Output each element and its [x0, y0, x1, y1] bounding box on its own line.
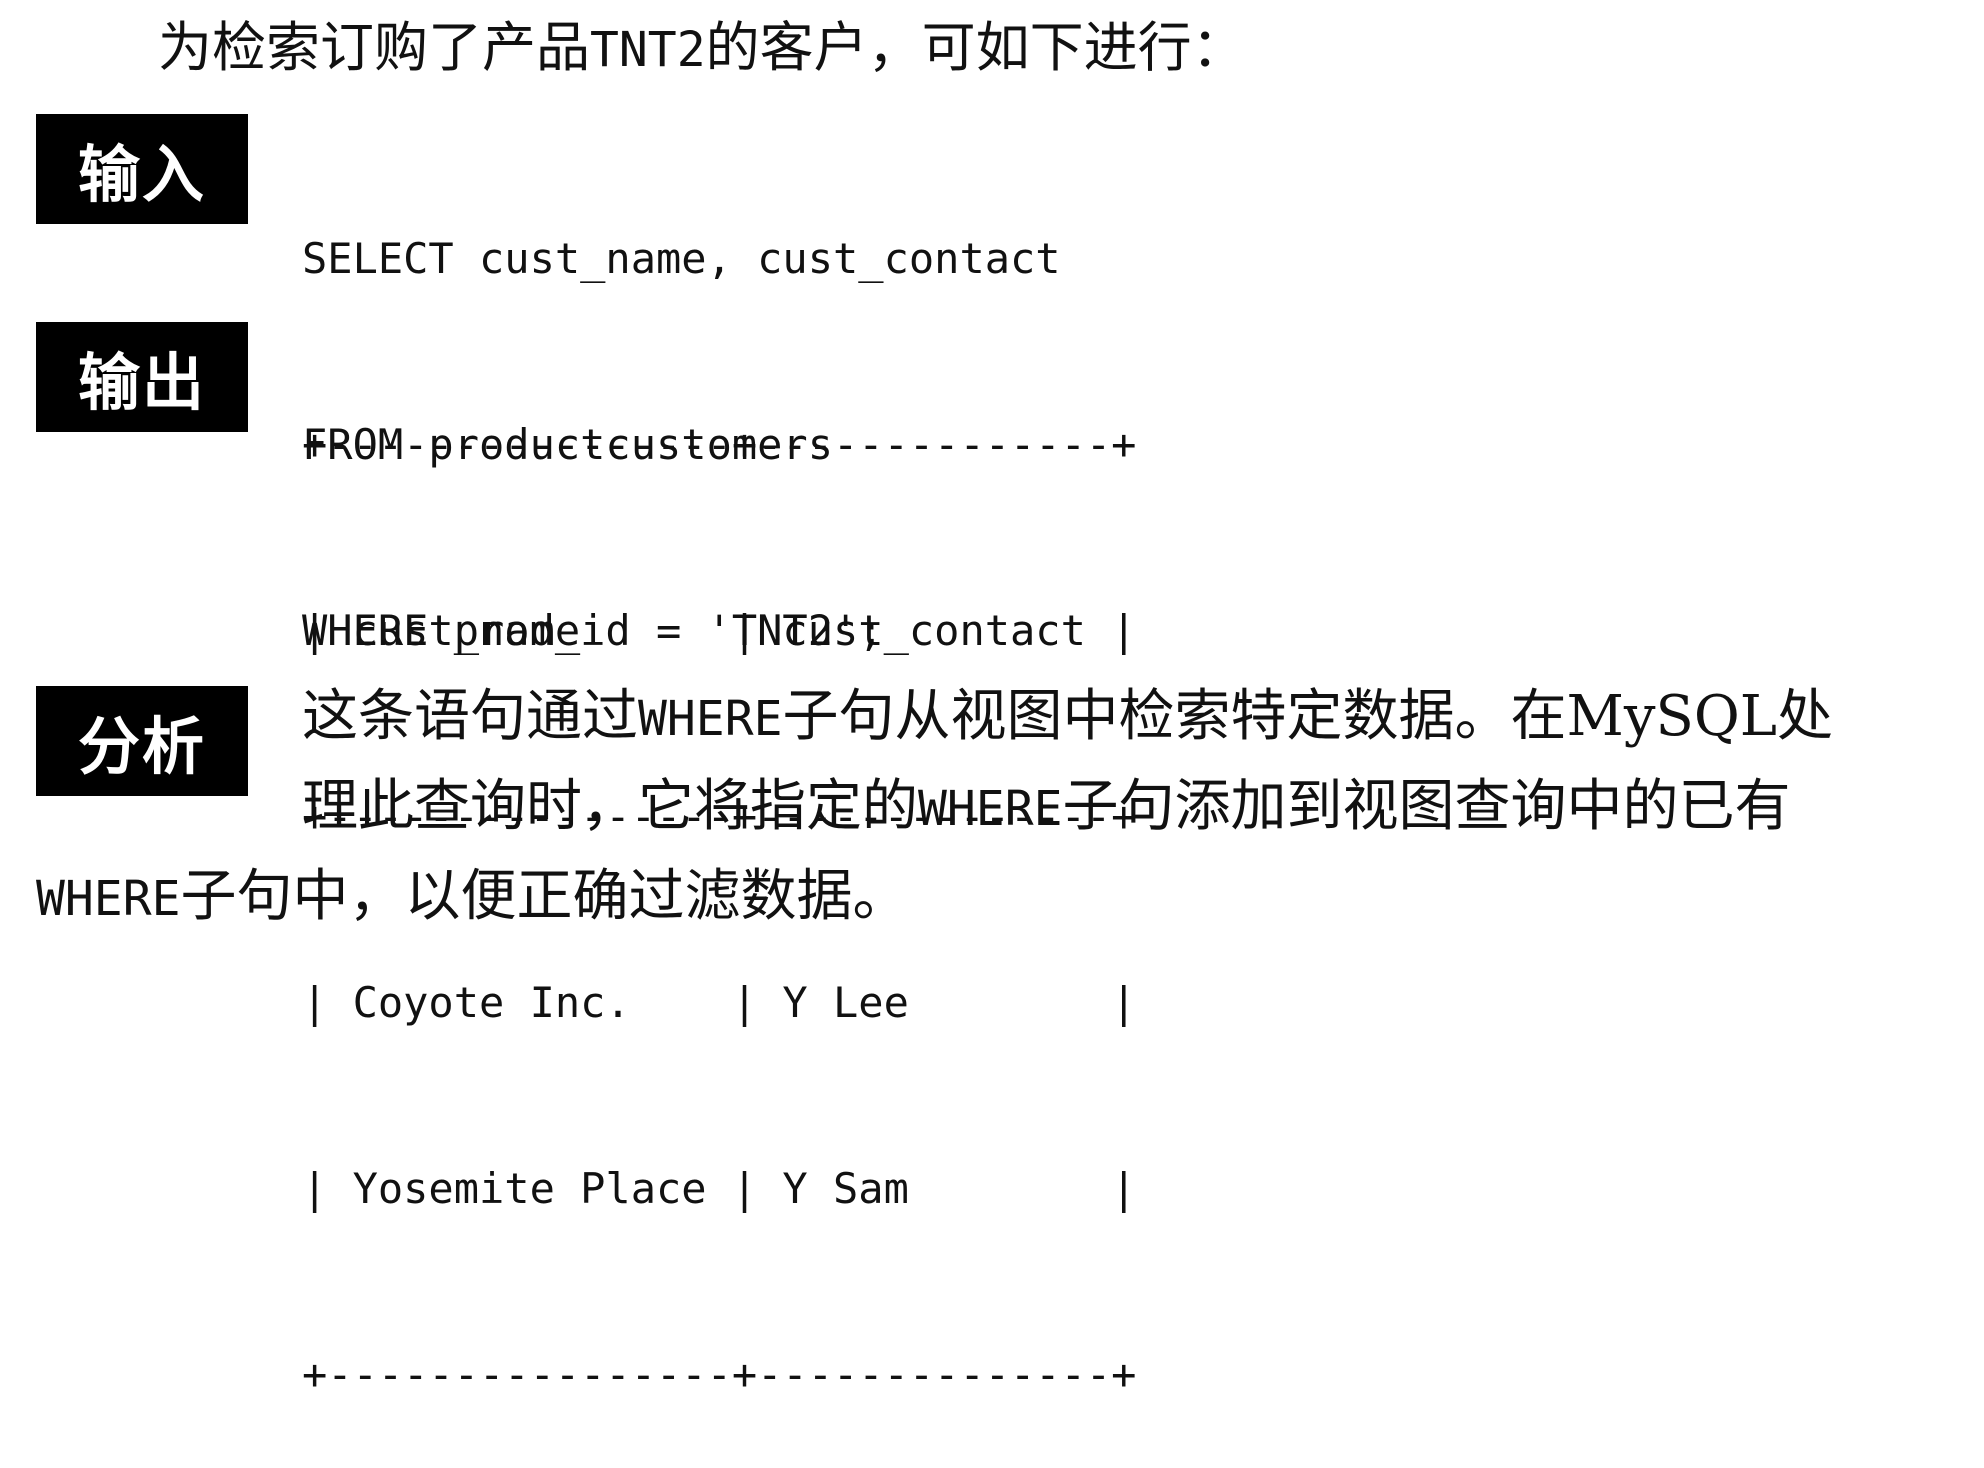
- intro-text-after: 的客户，可如下进行：: [705, 16, 1246, 79]
- table-row: | Coyote Inc. | Y Lee |: [302, 978, 1137, 1027]
- table-border-bottom: +----------------+--------------+: [302, 1350, 1137, 1399]
- analysis-line-3: WHERE子句中，以便正确过滤数据。: [0, 852, 1984, 942]
- analysis-keyword: WHERE: [918, 781, 1063, 837]
- output-label: 输出: [36, 322, 248, 432]
- intro-text-before: 为检索订购了产品: [158, 16, 590, 79]
- input-label: 输入: [36, 114, 248, 224]
- analysis-text: 子句中，以便正确过滤数据。: [180, 864, 909, 929]
- analysis-text: 这条语句通过: [302, 684, 638, 749]
- table-border-top: +----------------+--------------+: [302, 420, 1137, 469]
- analysis-keyword: WHERE: [638, 691, 783, 747]
- sql-line: SELECT cust_name, cust_contact: [302, 234, 1061, 283]
- intro-product-code: TNT2: [590, 22, 706, 78]
- analysis-line-1: 这条语句通过WHERE子句从视图中检索特定数据。在MySQL处: [0, 672, 1984, 762]
- intro-text: 为检索订购了产品TNT2的客户，可如下进行：: [158, 8, 1246, 90]
- analysis-text: 子句从视图中检索特定数据。在MySQL处: [782, 684, 1833, 749]
- analysis-text: 子句添加到视图查询中的已有: [1062, 774, 1791, 839]
- table-header-row: | cust_name | cust_contact |: [302, 606, 1137, 655]
- analysis-paragraph: 这条语句通过WHERE子句从视图中检索特定数据。在MySQL处 理此查询时，它将…: [0, 672, 1984, 942]
- analysis-text: 理此查询时，它将指定的: [302, 774, 918, 839]
- analysis-keyword: WHERE: [36, 871, 181, 927]
- analysis-line-2: 理此查询时，它将指定的WHERE子句添加到视图查询中的已有: [0, 762, 1984, 852]
- table-row: | Yosemite Place | Y Sam |: [302, 1164, 1137, 1213]
